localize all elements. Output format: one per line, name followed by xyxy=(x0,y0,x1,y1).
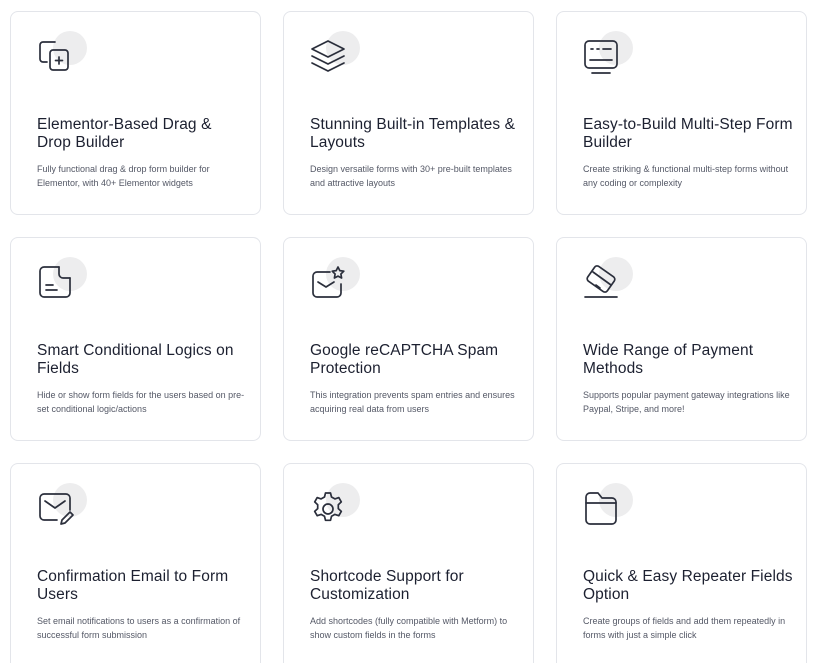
feature-card-multistep: Easy-to-Build Multi-Step Form Builder Cr… xyxy=(556,11,807,215)
recaptcha-mail-icon xyxy=(310,257,360,302)
gear-icon xyxy=(310,483,360,528)
feature-description: Add shortcodes (fully compatible with Me… xyxy=(310,616,508,640)
layers-icon xyxy=(310,31,360,76)
feature-card-conditional: Smart Conditional Logics on Fields Hide … xyxy=(10,237,261,441)
drag-drop-icon xyxy=(37,31,87,76)
feature-title: Stunning Built-in Templates & Layouts xyxy=(310,116,516,151)
feature-title: Easy-to-Build Multi-Step Form Builder xyxy=(583,116,793,151)
feature-title: Wide Range of Payment Methods xyxy=(583,342,754,377)
email-edit-icon xyxy=(37,483,87,528)
folder-icon xyxy=(583,483,633,528)
feature-description: Supports popular payment gateway integra… xyxy=(583,390,790,414)
credit-card-icon xyxy=(583,257,633,302)
feature-description: Hide or show form fields for the users b… xyxy=(37,390,245,414)
feature-description: Set email notifications to users as a co… xyxy=(37,616,241,640)
feature-card-templates: Stunning Built-in Templates & Layouts De… xyxy=(283,11,534,215)
feature-title: Confirmation Email to Form Users xyxy=(37,568,229,603)
feature-description: Create striking & functional multi-step … xyxy=(583,164,789,188)
feature-title: Elementor-Based Drag & Drop Builder xyxy=(37,116,212,151)
feature-description: Create groups of fields and add them rep… xyxy=(583,616,786,640)
feature-card-repeater: Quick & Easy Repeater Fields Option Crea… xyxy=(556,463,807,663)
feature-card-email: Confirmation Email to Form Users Set ema… xyxy=(10,463,261,663)
feature-title: Google reCAPTCHA Spam Protection xyxy=(310,342,499,377)
feature-description: Design versatile forms with 30+ pre-buil… xyxy=(310,164,512,188)
feature-grid: Elementor-Based Drag & Drop Builder Full… xyxy=(0,0,819,663)
feature-title: Quick & Easy Repeater Fields Option xyxy=(583,568,793,603)
feature-title: Smart Conditional Logics on Fields xyxy=(37,342,234,377)
feature-card-drag-drop: Elementor-Based Drag & Drop Builder Full… xyxy=(10,11,261,215)
feature-card-payment: Wide Range of Payment Methods Supports p… xyxy=(556,237,807,441)
multistep-form-icon xyxy=(583,31,633,76)
feature-card-shortcode: Shortcode Support for Customization Add … xyxy=(283,463,534,663)
document-note-icon xyxy=(37,257,87,302)
feature-description: Fully functional drag & drop form builde… xyxy=(37,164,210,188)
feature-card-recaptcha: Google reCAPTCHA Spam Protection This in… xyxy=(283,237,534,441)
feature-title: Shortcode Support for Customization xyxy=(310,568,464,603)
feature-description: This integration prevents spam entries a… xyxy=(310,390,515,414)
